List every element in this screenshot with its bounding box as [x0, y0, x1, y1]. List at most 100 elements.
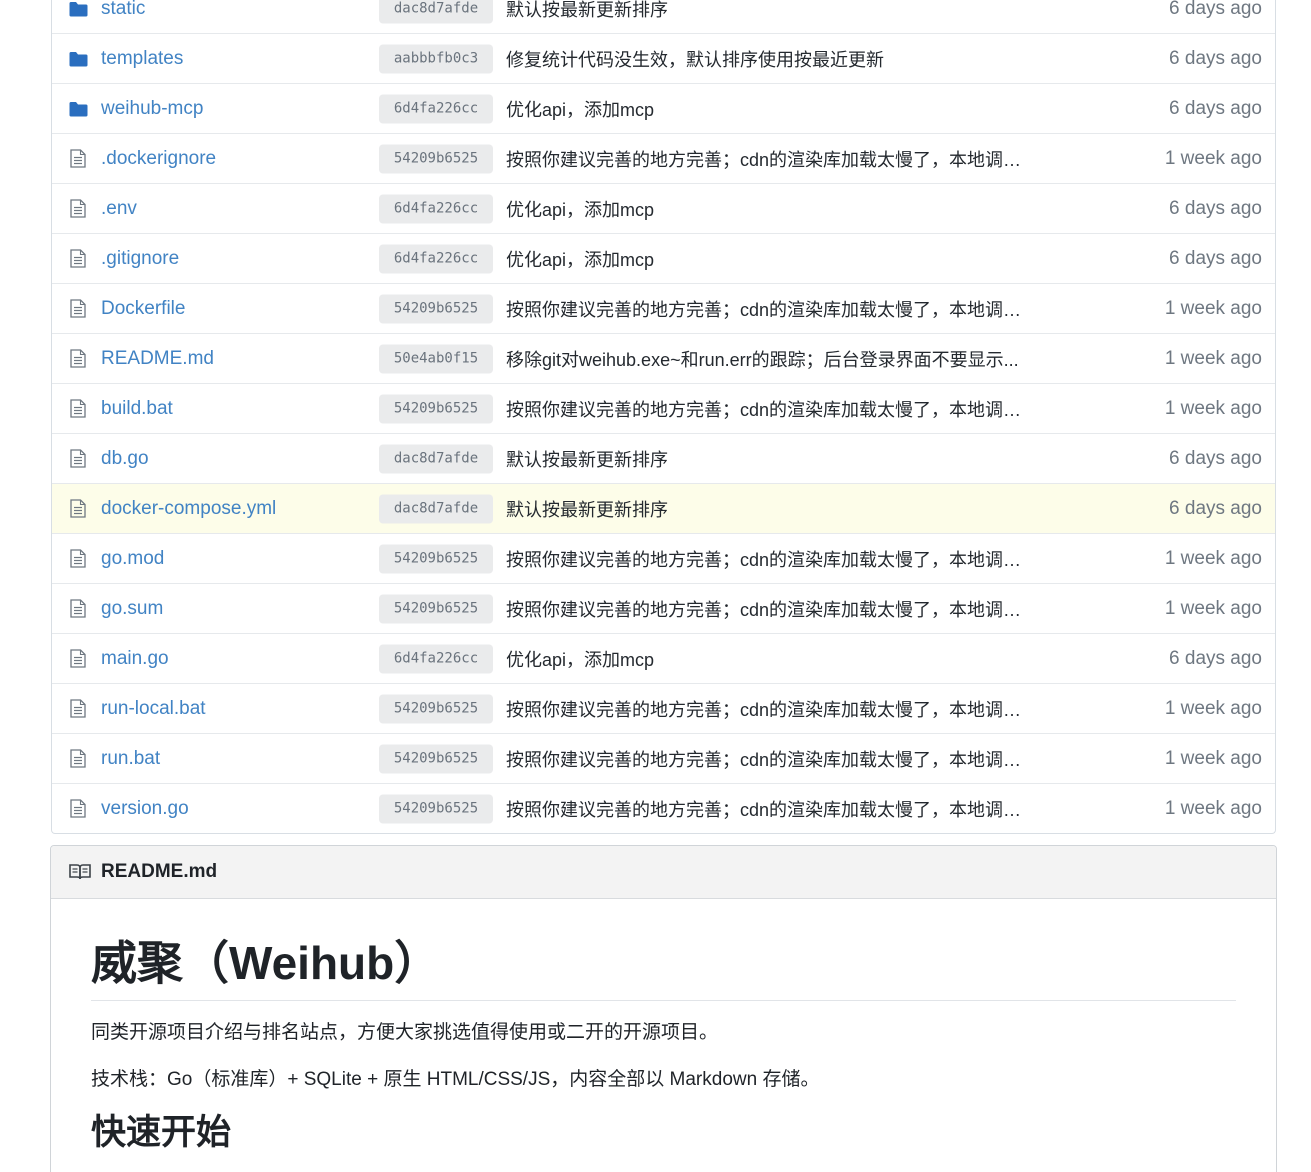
commit-sha-button[interactable]: 54209b6525 — [379, 144, 493, 173]
file-name-link[interactable]: db.go — [101, 448, 149, 470]
commit-sha-button[interactable]: 6d4fa226cc — [379, 194, 493, 223]
commit-sha-button[interactable]: dac8d7afde — [379, 494, 493, 523]
commit-message-link[interactable]: 默认按最新更新排序 — [506, 0, 668, 22]
readme-paragraph-tech-stack: 技术栈：Go（标准库）+ SQLite + 原生 HTML/CSS/JS，内容全… — [91, 1068, 820, 1090]
file-row[interactable]: .env 6d4fa226cc 优化api，添加mcp 6 days ago — [52, 184, 1275, 234]
file-row[interactable]: .gitignore 6d4fa226cc 优化api，添加mcp 6 days ag… — [52, 234, 1275, 284]
file-text-icon — [68, 399, 88, 419]
page: static dac8d7afde 默认按最新更新排序 6 days ago templ… — [0, 0, 1311, 1172]
file-row[interactable]: weihub-mcp 6d4fa226cc 优化api，添加mcp 6 days ag… — [52, 84, 1275, 134]
commit-time: 1 week ago — [1164, 597, 1262, 619]
readme-heading-2: 快速开始 — [91, 1113, 232, 1153]
file-name-link[interactable]: version.go — [101, 798, 189, 820]
commit-time: 1 week ago — [1164, 297, 1262, 319]
file-name-link[interactable]: run.bat — [101, 748, 160, 770]
commit-message-link[interactable]: 按照你建议完善的地方完善；cdn的渲染库加载太慢了，本地调试... — [506, 796, 1026, 822]
commit-sha-button[interactable]: 54209b6525 — [379, 594, 493, 623]
file-row[interactable]: README.md 50e4ab0f15 移除git对weihub.exe~和run… — [52, 334, 1275, 384]
file-text-icon — [68, 149, 88, 169]
commit-time: 6 days ago — [1169, 647, 1262, 669]
commit-message-link[interactable]: 按照你建议完善的地方完善；cdn的渲染库加载太慢了，本地调试... — [506, 596, 1026, 622]
commit-sha-button[interactable]: 54209b6525 — [379, 794, 493, 823]
file-text-icon — [68, 499, 88, 519]
commit-message-link[interactable]: 按照你建议完善的地方完善；cdn的渲染库加载太慢了，本地调试... — [506, 396, 1026, 422]
readme-title[interactable]: README.md — [101, 861, 217, 883]
commit-message-link[interactable]: 默认按最新更新排序 — [506, 496, 668, 522]
file-row[interactable]: db.go dac8d7afde 默认按最新更新排序 6 days ago — [52, 434, 1275, 484]
file-text-icon — [68, 649, 88, 669]
commit-sha-button[interactable]: 54209b6525 — [379, 694, 493, 723]
file-name-link[interactable]: run-local.bat — [101, 698, 206, 720]
commit-sha-button[interactable]: 54209b6525 — [379, 744, 493, 773]
commit-message-link[interactable]: 移除git对weihub.exe~和run.err的跟踪；后台登录界面不要显示.… — [506, 346, 1019, 372]
commit-sha-button[interactable]: 6d4fa226cc — [379, 94, 493, 123]
file-name-link[interactable]: go.sum — [101, 598, 163, 620]
file-name-link[interactable]: .gitignore — [101, 248, 179, 270]
commit-time: 1 week ago — [1164, 697, 1262, 719]
commit-time: 6 days ago — [1169, 47, 1262, 69]
commit-time: 6 days ago — [1169, 197, 1262, 219]
commit-message-link[interactable]: 按照你建议完善的地方完善；cdn的渲染库加载太慢了，本地调试... — [506, 696, 1026, 722]
commit-message-link[interactable]: 默认按最新更新排序 — [506, 446, 668, 472]
commit-sha-button[interactable]: 54209b6525 — [379, 294, 493, 323]
commit-time: 6 days ago — [1169, 97, 1262, 119]
file-row[interactable]: version.go 54209b6525 按照你建议完善的地方完善；cdn的渲染库… — [52, 784, 1275, 833]
file-name-link[interactable]: go.mod — [101, 548, 164, 570]
commit-sha-button[interactable]: 54209b6525 — [379, 544, 493, 573]
file-text-icon — [68, 249, 88, 269]
readme-heading-1: 威聚（Weihub） — [91, 937, 1236, 1001]
file-name-link[interactable]: README.md — [101, 348, 214, 370]
commit-message-link[interactable]: 优化api，添加mcp — [506, 196, 654, 222]
file-text-icon — [68, 599, 88, 619]
file-row[interactable]: static dac8d7afde 默认按最新更新排序 6 days ago — [52, 0, 1275, 34]
file-name-link[interactable]: main.go — [101, 648, 169, 670]
file-name-link[interactable]: Dockerfile — [101, 298, 185, 320]
folder-icon — [68, 0, 88, 19]
file-name-link[interactable]: .env — [101, 198, 137, 220]
file-name-link[interactable]: .dockerignore — [101, 148, 216, 170]
file-row[interactable]: Dockerfile 54209b6525 按照你建议完善的地方完善；cdn的渲染库… — [52, 284, 1275, 334]
file-row[interactable]: go.mod 54209b6525 按照你建议完善的地方完善；cdn的渲染库加载太慢… — [52, 534, 1275, 584]
commit-time: 6 days ago — [1169, 497, 1262, 519]
file-row[interactable]: .dockerignore 54209b6525 按照你建议完善的地方完善；cdn的… — [52, 134, 1275, 184]
file-row[interactable]: templates aabbbfb0c3 修复统计代码没生效，默认排序使用按最近更新… — [52, 34, 1275, 84]
file-text-icon — [68, 549, 88, 569]
file-name-link[interactable]: templates — [101, 48, 183, 70]
commit-time: 6 days ago — [1169, 447, 1262, 469]
file-name-link[interactable]: build.bat — [101, 398, 173, 420]
file-row[interactable]: docker-compose.yml dac8d7afde 默认按最新更新排序 6 d… — [52, 484, 1275, 534]
commit-time: 1 week ago — [1164, 347, 1262, 369]
commit-sha-button[interactable]: 54209b6525 — [379, 394, 493, 423]
file-text-icon — [68, 299, 88, 319]
file-text-icon — [68, 749, 88, 769]
readme-paragraph-intro: 同类开源项目介绍与排名站点，方便大家挑选值得使用或二开的开源项目。 — [91, 1021, 719, 1043]
file-row[interactable]: build.bat 54209b6525 按照你建议完善的地方完善；cdn的渲染库加… — [52, 384, 1275, 434]
file-text-icon — [68, 449, 88, 469]
commit-message-link[interactable]: 优化api，添加mcp — [506, 646, 654, 672]
commit-sha-button[interactable]: dac8d7afde — [379, 444, 493, 473]
folder-icon — [68, 49, 88, 69]
commit-time: 1 week ago — [1164, 397, 1262, 419]
commit-sha-button[interactable]: 6d4fa226cc — [379, 644, 493, 673]
commit-time: 1 week ago — [1164, 547, 1262, 569]
file-text-icon — [68, 349, 88, 369]
file-row[interactable]: main.go 6d4fa226cc 优化api，添加mcp 6 days ago — [52, 634, 1275, 684]
file-name-link[interactable]: weihub-mcp — [101, 98, 203, 120]
file-name-link[interactable]: static — [101, 0, 145, 20]
commit-sha-button[interactable]: 50e4ab0f15 — [379, 344, 493, 373]
file-list-table: static dac8d7afde 默认按最新更新排序 6 days ago templ… — [51, 0, 1276, 834]
file-name-link[interactable]: docker-compose.yml — [101, 498, 276, 520]
commit-message-link[interactable]: 修复统计代码没生效，默认排序使用按最近更新 — [506, 46, 884, 72]
file-row[interactable]: run-local.bat 54209b6525 按照你建议完善的地方完善；cdn的… — [52, 684, 1275, 734]
commit-sha-button[interactable]: 6d4fa226cc — [379, 244, 493, 273]
file-row[interactable]: run.bat 54209b6525 按照你建议完善的地方完善；cdn的渲染库加载太… — [52, 734, 1275, 784]
commit-message-link[interactable]: 按照你建议完善的地方完善；cdn的渲染库加载太慢了，本地调试... — [506, 546, 1026, 572]
commit-message-link[interactable]: 优化api，添加mcp — [506, 96, 654, 122]
commit-message-link[interactable]: 按照你建议完善的地方完善；cdn的渲染库加载太慢了，本地调试... — [506, 746, 1026, 772]
commit-message-link[interactable]: 按照你建议完善的地方完善；cdn的渲染库加载太慢了，本地调试... — [506, 146, 1026, 172]
commit-sha-button[interactable]: dac8d7afde — [379, 0, 493, 23]
commit-message-link[interactable]: 按照你建议完善的地方完善；cdn的渲染库加载太慢了，本地调试... — [506, 296, 1026, 322]
commit-message-link[interactable]: 优化api，添加mcp — [506, 246, 654, 272]
commit-sha-button[interactable]: aabbbfb0c3 — [379, 44, 493, 73]
file-row[interactable]: go.sum 54209b6525 按照你建议完善的地方完善；cdn的渲染库加载太慢… — [52, 584, 1275, 634]
